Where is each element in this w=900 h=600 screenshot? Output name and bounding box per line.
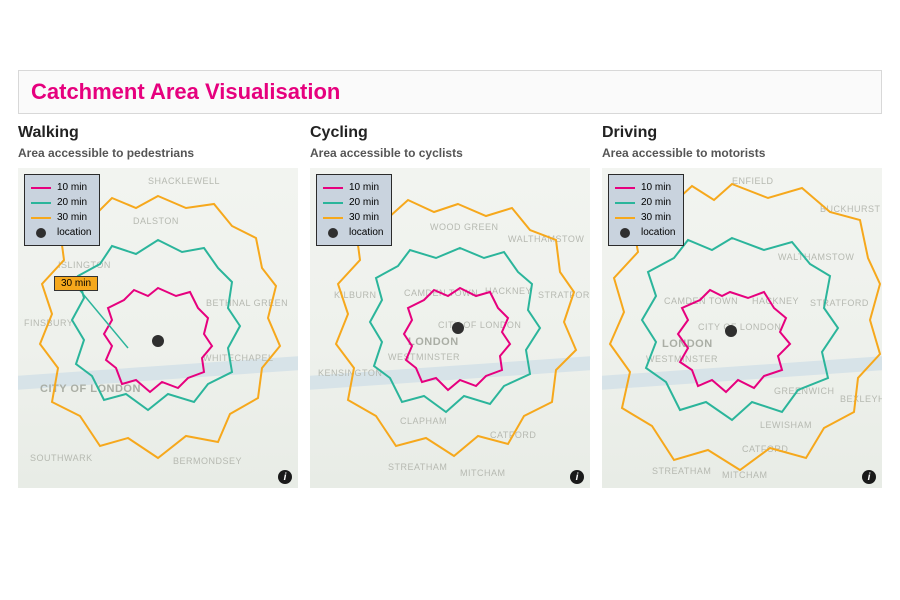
panel-walking: Walking Area accessible to pedestrians 1… xyxy=(18,124,298,488)
panels-row: Walking Area accessible to pedestrians 1… xyxy=(18,124,882,488)
location-marker-icon xyxy=(452,322,464,334)
panel-driving: Driving Area accessible to motorists 10 … xyxy=(602,124,882,488)
info-icon[interactable]: i xyxy=(278,470,292,484)
map-walking[interactable]: 10 min 20 min 30 min location SHACKLEWEL… xyxy=(18,168,298,488)
map-cycling[interactable]: 10 min 20 min 30 min location Wood Green… xyxy=(310,168,590,488)
legend: 10 min 20 min 30 min location xyxy=(316,174,392,246)
panel-cycling-title: Cycling xyxy=(310,124,590,142)
legend-dot-icon xyxy=(328,228,338,238)
legend-line-icon xyxy=(31,187,51,189)
location-marker-icon xyxy=(152,335,164,347)
tooltip-30min: 30 min xyxy=(54,276,98,291)
legend-line-icon xyxy=(323,187,343,189)
legend-dot-icon xyxy=(36,228,46,238)
legend-line-icon xyxy=(323,202,343,204)
panel-walking-subtitle: Area accessible to pedestrians xyxy=(18,146,298,160)
panel-walking-title: Walking xyxy=(18,124,298,142)
map-driving[interactable]: 10 min 20 min 30 min location Enfield Bu… xyxy=(602,168,882,488)
panel-driving-title: Driving xyxy=(602,124,882,142)
panel-driving-subtitle: Area accessible to motorists xyxy=(602,146,882,160)
info-icon[interactable]: i xyxy=(862,470,876,484)
legend-line-icon xyxy=(615,217,635,219)
legend-dot-icon xyxy=(620,228,630,238)
legend-line-icon xyxy=(323,217,343,219)
page-title: Catchment Area Visualisation xyxy=(31,79,869,105)
legend-line-icon xyxy=(31,202,51,204)
location-marker-icon xyxy=(725,325,737,337)
info-icon[interactable]: i xyxy=(570,470,584,484)
legend-line-icon xyxy=(31,217,51,219)
legend-line-icon xyxy=(615,202,635,204)
panel-cycling: Cycling Area accessible to cyclists 10 m… xyxy=(310,124,590,488)
legend: 10 min 20 min 30 min location xyxy=(608,174,684,246)
panel-cycling-subtitle: Area accessible to cyclists xyxy=(310,146,590,160)
legend-line-icon xyxy=(615,187,635,189)
title-bar: Catchment Area Visualisation xyxy=(18,70,882,114)
legend: 10 min 20 min 30 min location xyxy=(24,174,100,246)
